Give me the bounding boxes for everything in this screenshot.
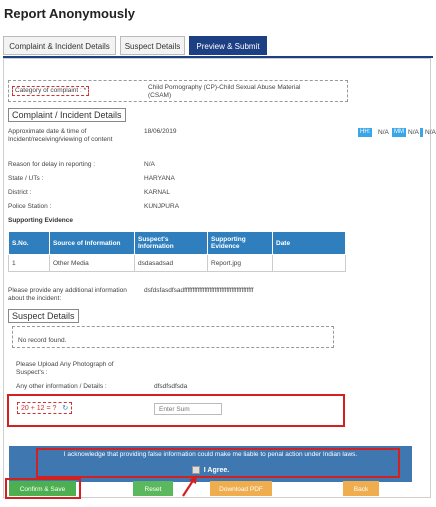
cell-suspect-info: dsdasadsad [134, 254, 208, 272]
other-info-label: Any other information / Details : [16, 383, 107, 390]
hh-value: N/A [378, 129, 389, 136]
district-value: KARNAL [144, 189, 171, 196]
cell-date [272, 254, 346, 272]
tab-suspect-details[interactable]: Suspect Details [120, 36, 185, 55]
state-label: State / UTs : [8, 175, 44, 182]
cell-sno: 1 [8, 254, 50, 272]
tab-bar: Complaint & Incident Details Suspect Det… [3, 36, 433, 58]
captcha-text: 20 + 12 = ? [21, 405, 57, 412]
evidence-heading: Supporting Evidence [8, 217, 74, 224]
category-value: Child Pornography (CP)-Child Sexual Abus… [148, 84, 301, 99]
confirm-save-button[interactable]: Confirm & Save [9, 481, 76, 496]
category-label: Category of complaint : * [12, 86, 90, 96]
other-info-value: dfsdfsdfsda [154, 383, 188, 390]
evidence-table: S.No. Source of Information Suspect's In… [8, 231, 346, 272]
arrow-annotation-icon [182, 475, 197, 497]
page-title: Report Anonymously [4, 6, 135, 21]
district-label: District : [8, 189, 32, 196]
refresh-icon[interactable]: ↻ [62, 405, 68, 412]
no-record-text: No record found. [18, 337, 67, 344]
col-date: Date [272, 231, 346, 255]
mm-badge: MM [392, 128, 406, 137]
back-button[interactable]: Back [343, 481, 379, 496]
download-pdf-button[interactable]: Download PDF [210, 481, 272, 496]
reset-button[interactable]: Reset [133, 481, 173, 496]
police-station-label: Police Station : [8, 203, 52, 210]
col-source: Source of Information [49, 231, 135, 255]
photo-label: Please Upload Any Photograph of Suspect'… [16, 361, 114, 376]
date-label: Approximate date & time of Incident/rece… [8, 128, 113, 143]
date-value: 18/06/2019 [144, 128, 177, 135]
hh-badge: HH: [358, 128, 373, 137]
col-suspect-info: Suspect's Information [134, 231, 208, 255]
incident-section-heading: Complaint / Incident Details [8, 108, 126, 122]
tab-complaint-incident[interactable]: Complaint & Incident Details [3, 36, 116, 55]
captcha-question: 20 + 12 = ? ↻ [17, 402, 73, 414]
delay-label: Reason for delay in reporting : [8, 161, 96, 168]
acknowledgement-highlight [36, 448, 400, 478]
preview-panel [3, 58, 431, 498]
mm-value: N/A [408, 129, 419, 136]
state-value: HARYANA [144, 175, 175, 182]
ampm-badge [420, 128, 423, 137]
cell-source: Other Media [49, 254, 135, 272]
table-row: 1 Other Media dsdasadsad Report.jpg [8, 254, 346, 272]
suspect-section-heading: Suspect Details [8, 309, 79, 323]
ampm-value: N/A [425, 129, 436, 136]
evidence-table-header: S.No. Source of Information Suspect's In… [8, 231, 346, 255]
cell-evidence[interactable]: Report.jpg [207, 254, 273, 272]
additional-info-label: Please provide any additional informatio… [8, 287, 127, 302]
delay-value: N/A [144, 161, 155, 168]
police-station-value: KUNJPURA [144, 203, 180, 210]
col-sno: S.No. [8, 231, 50, 255]
col-evidence: Supporting Evidence [207, 231, 273, 255]
additional-info-value: dsfdsfasdfsadfffffffffffffffffffffffffff… [144, 287, 254, 294]
captcha-sum-input[interactable] [154, 403, 222, 415]
tab-preview-submit[interactable]: Preview & Submit [189, 36, 267, 55]
